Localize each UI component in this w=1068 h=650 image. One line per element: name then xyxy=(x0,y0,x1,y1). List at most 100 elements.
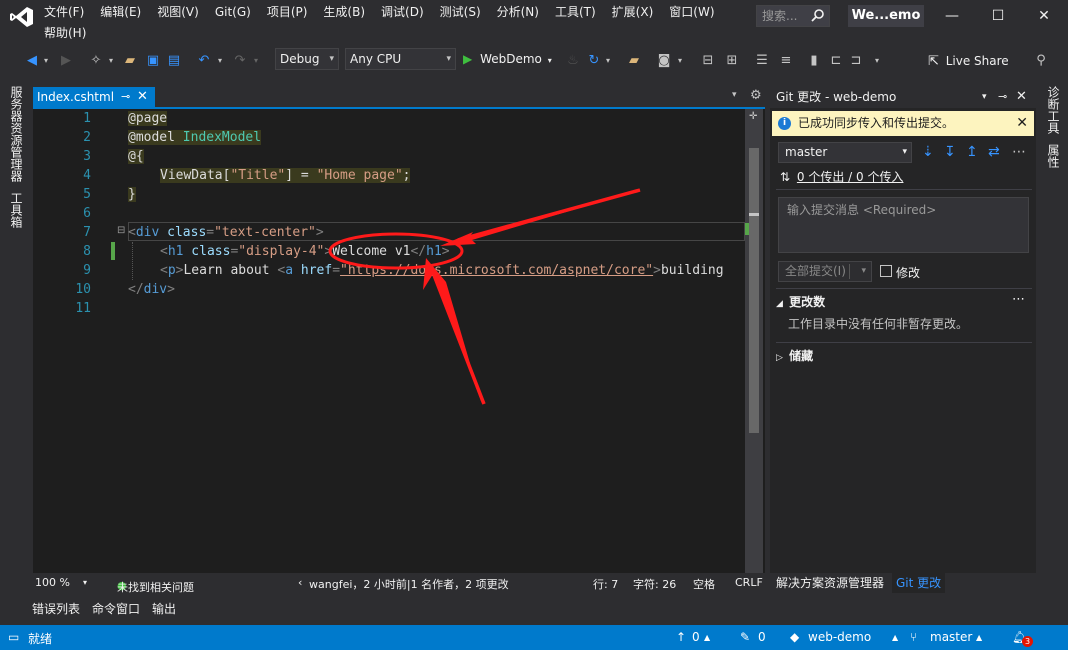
menu-git[interactable]: Git(G) xyxy=(207,2,259,22)
repo-dropdown-icon[interactable]: ▲ xyxy=(892,633,898,642)
zoom-dropdown-icon[interactable]: ▾ xyxy=(83,578,87,587)
pull-icon[interactable]: ↧ xyxy=(944,144,956,162)
editor-settings-icon[interactable]: ⚙ xyxy=(750,88,762,103)
uncomment-icon[interactable]: ≡ xyxy=(778,52,794,70)
stash-section-header[interactable]: ▷ 储藏 xyxy=(776,347,813,364)
live-share-button[interactable]: ⇱ Live Share xyxy=(928,52,1009,70)
codelens-scroll-left-icon[interactable]: ‹ xyxy=(298,576,302,589)
menu-test[interactable]: 测试(S) xyxy=(432,2,489,22)
diagnostics-tab[interactable]: 诊断工具 xyxy=(1045,86,1062,134)
push-icon[interactable]: ↥ xyxy=(966,144,978,162)
toolbox-tab[interactable]: 工具箱 xyxy=(8,192,25,228)
bookmark-icon[interactable]: ▮ xyxy=(806,52,822,70)
fetch-icon[interactable]: ⇣ xyxy=(922,144,934,162)
visual-studio-logo-icon xyxy=(10,6,34,28)
back-dropdown-icon[interactable]: ▾ xyxy=(42,52,50,70)
platform-select[interactable]: Any CPU ▾ xyxy=(345,48,456,70)
status-branch[interactable]: master xyxy=(930,630,972,644)
scrollbar-thumb[interactable] xyxy=(749,148,759,433)
hot-reload-icon[interactable]: ♨ xyxy=(566,52,580,70)
browser-link-icon[interactable]: ◙ xyxy=(656,52,672,70)
commit-message-input[interactable]: 输入提交消息 <Required> xyxy=(778,197,1029,253)
info-close-icon[interactable]: ✕ xyxy=(1016,111,1028,136)
menu-tools[interactable]: 工具(T) xyxy=(547,2,604,22)
menu-file[interactable]: 文件(F) xyxy=(36,2,92,22)
split-icon[interactable]: ✛ xyxy=(749,111,757,122)
find-in-files-icon[interactable]: ▰ xyxy=(626,52,642,70)
server-explorer-tab[interactable]: 服务器资源管理器 xyxy=(8,86,25,182)
more-actions-icon[interactable]: ⋯ xyxy=(1012,144,1026,162)
save-icon[interactable]: ▣ xyxy=(145,52,161,70)
tab-output[interactable]: 输出 xyxy=(152,600,176,617)
panel-dropdown-icon[interactable]: ▾ xyxy=(982,86,987,108)
toolbar-overflow-icon[interactable]: ▾ xyxy=(872,52,882,70)
configuration-select[interactable]: Debug ▾ xyxy=(275,48,339,70)
refresh-icon[interactable]: ↻ xyxy=(586,52,602,70)
prev-bookmark-icon[interactable]: ⊏ xyxy=(828,52,844,70)
properties-tab[interactable]: 属性 xyxy=(1045,144,1062,168)
pin-icon[interactable]: ⊸ xyxy=(121,87,130,107)
undo-dropdown-icon[interactable]: ▾ xyxy=(216,52,224,70)
tab-solution-explorer[interactable]: 解决方案资源管理器 xyxy=(776,574,884,591)
undo-icon[interactable]: ↶ xyxy=(196,52,212,70)
up-dropdown-icon[interactable]: ▲ xyxy=(704,633,710,642)
amend-checkbox[interactable] xyxy=(880,265,892,277)
git-bottom-tabs: 解决方案资源管理器 Git 更改 xyxy=(770,573,1036,593)
new-project-icon[interactable]: ✧ xyxy=(88,52,104,70)
start-debugging-button[interactable]: ▶ WebDemo ▾ xyxy=(463,50,552,68)
branch-select[interactable]: master ▾ xyxy=(778,142,912,163)
forward-icon[interactable]: ▶ xyxy=(58,52,74,70)
menu-edit[interactable]: 编辑(E) xyxy=(92,2,149,22)
changes-more-icon[interactable]: ⋯ xyxy=(1012,292,1025,307)
menu-help[interactable]: 帮助(H) xyxy=(36,23,94,43)
repository-name[interactable]: web-demo xyxy=(808,630,871,644)
changes-section-header[interactable]: ◢ 更改数 xyxy=(776,293,825,310)
maximize-icon[interactable]: ☐ xyxy=(976,4,1020,28)
comment-icon[interactable]: ☰ xyxy=(754,52,770,70)
tab-command-window[interactable]: 命令窗口 xyxy=(92,600,140,617)
layout-icon[interactable]: ⊟ xyxy=(700,52,716,70)
menu-view[interactable]: 视图(V) xyxy=(149,2,207,22)
search-input[interactable]: 搜索... xyxy=(756,5,830,27)
href-link[interactable]: "https://docs.microsoft.com/aspnet/core" xyxy=(340,263,653,278)
save-all-icon[interactable]: ▤ xyxy=(166,52,182,70)
codelens-info[interactable]: wangfei，2 小时前|1 名作者，2 项更改 xyxy=(309,576,509,592)
new-dropdown-icon[interactable]: ▾ xyxy=(107,52,115,70)
menu-window[interactable]: 窗口(W) xyxy=(661,2,722,22)
sync-icon[interactable]: ⇄ xyxy=(988,144,1000,162)
redo-dropdown-icon[interactable]: ▾ xyxy=(252,52,260,70)
solution-title[interactable]: We...emo xyxy=(848,5,924,27)
commit-all-button[interactable]: 全部提交(I) ▾ xyxy=(778,261,872,282)
menu-project[interactable]: 项目(P) xyxy=(259,2,316,22)
menu-analyze[interactable]: 分析(N) xyxy=(489,2,547,22)
toggle-icon[interactable]: ⊞ xyxy=(724,52,740,70)
unpushed-count[interactable]: 0 xyxy=(692,630,700,644)
menu-build[interactable]: 生成(B) xyxy=(315,2,373,22)
close-icon[interactable]: ✕ xyxy=(1022,4,1066,28)
panel-pin-icon[interactable]: ⊸ xyxy=(998,86,1007,108)
tab-git-changes[interactable]: Git 更改 xyxy=(892,573,946,593)
line-number-gutter: 1 2 3 4 5 6 7 8 9 10 11 xyxy=(33,109,93,576)
branch-dropdown-icon[interactable]: ▲ xyxy=(976,633,982,642)
tab-close-icon[interactable]: ✕ xyxy=(137,87,148,107)
collapse-icon[interactable]: ⊟ xyxy=(117,226,125,236)
attr-name: class xyxy=(183,244,231,259)
pending-changes-count[interactable]: 0 xyxy=(758,630,766,644)
panel-close-icon[interactable]: ✕ xyxy=(1016,86,1027,108)
open-folder-icon[interactable]: ▰ xyxy=(122,52,138,70)
tab-index-cshtml[interactable]: Index.cshtml ⊸ ✕ xyxy=(33,87,155,107)
tab-list-dropdown-icon[interactable]: ▾ xyxy=(732,90,737,100)
changes-header-text: 更改数 xyxy=(789,295,826,309)
feedback-icon[interactable]: ⚲ xyxy=(1032,52,1050,70)
back-icon[interactable]: ◀ xyxy=(24,52,40,70)
redo-icon[interactable]: ↷ xyxy=(232,52,248,70)
zoom-level[interactable]: 100 % xyxy=(35,576,70,589)
sync-status-link[interactable]: 0 个传出 / 0 个传入 xyxy=(797,170,904,184)
next-bookmark-icon[interactable]: ⊐ xyxy=(848,52,864,70)
refresh-dropdown-icon[interactable]: ▾ xyxy=(604,52,612,70)
menu-extensions[interactable]: 扩展(X) xyxy=(604,2,662,22)
minimize-icon[interactable]: — xyxy=(930,4,974,28)
browser-dropdown-icon[interactable]: ▾ xyxy=(676,52,684,70)
tab-error-list[interactable]: 错误列表 xyxy=(32,600,80,617)
menu-debug[interactable]: 调试(D) xyxy=(373,2,432,22)
